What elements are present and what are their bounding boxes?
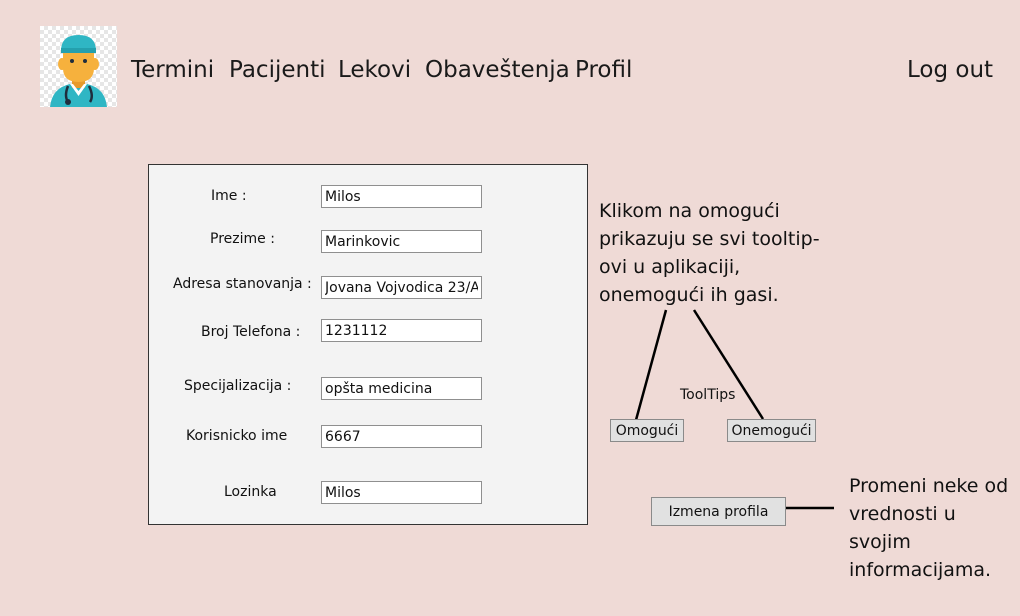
- last-name-input[interactable]: [321, 230, 482, 253]
- tooltips-note: Klikom na omogući prikazuju se svi toolt…: [599, 200, 820, 306]
- nav-obavestenja-link[interactable]: Obaveštenja: [425, 56, 570, 84]
- profile-form-panel: Ime : Prezime : Adresa stanovanja : Broj…: [148, 164, 588, 525]
- tooltips-label: ToolTips: [680, 387, 736, 403]
- first-name-input[interactable]: [321, 185, 482, 208]
- password-input[interactable]: [321, 481, 482, 504]
- nav-lekovi-link[interactable]: Lekovi: [338, 56, 411, 84]
- doctor-avatar-icon: [40, 26, 117, 107]
- nav-pacijenti-link[interactable]: Pacijenti: [229, 56, 326, 84]
- edit-profile-note: Promeni neke od vrednosti u svojim infor…: [849, 475, 1009, 581]
- nav-termini-link[interactable]: Termini: [131, 56, 214, 84]
- last-name-label: Prezime :: [210, 231, 275, 247]
- specialization-label: Specijalizacija :: [184, 378, 292, 394]
- first-name-label: Ime :: [211, 188, 247, 204]
- specialization-input[interactable]: [321, 377, 482, 400]
- username-label: Korisnicko ime: [186, 428, 288, 444]
- enable-tooltips-button[interactable]: Omogući: [610, 419, 684, 442]
- edit-profile-button[interactable]: Izmena profila: [651, 497, 786, 526]
- logout-link[interactable]: Log out: [907, 56, 993, 84]
- enable-arrow-line: [634, 309, 668, 421]
- address-input[interactable]: [321, 276, 482, 299]
- address-label: Adresa stanovanja :: [173, 276, 312, 292]
- username-input[interactable]: [321, 425, 482, 448]
- phone-label: Broj Telefona :: [201, 324, 301, 340]
- phone-input[interactable]: [321, 319, 482, 342]
- nav-profil-link[interactable]: Profil: [575, 56, 632, 84]
- disable-tooltips-button[interactable]: Onemogući: [727, 419, 816, 442]
- password-label: Lozinka: [224, 484, 277, 500]
